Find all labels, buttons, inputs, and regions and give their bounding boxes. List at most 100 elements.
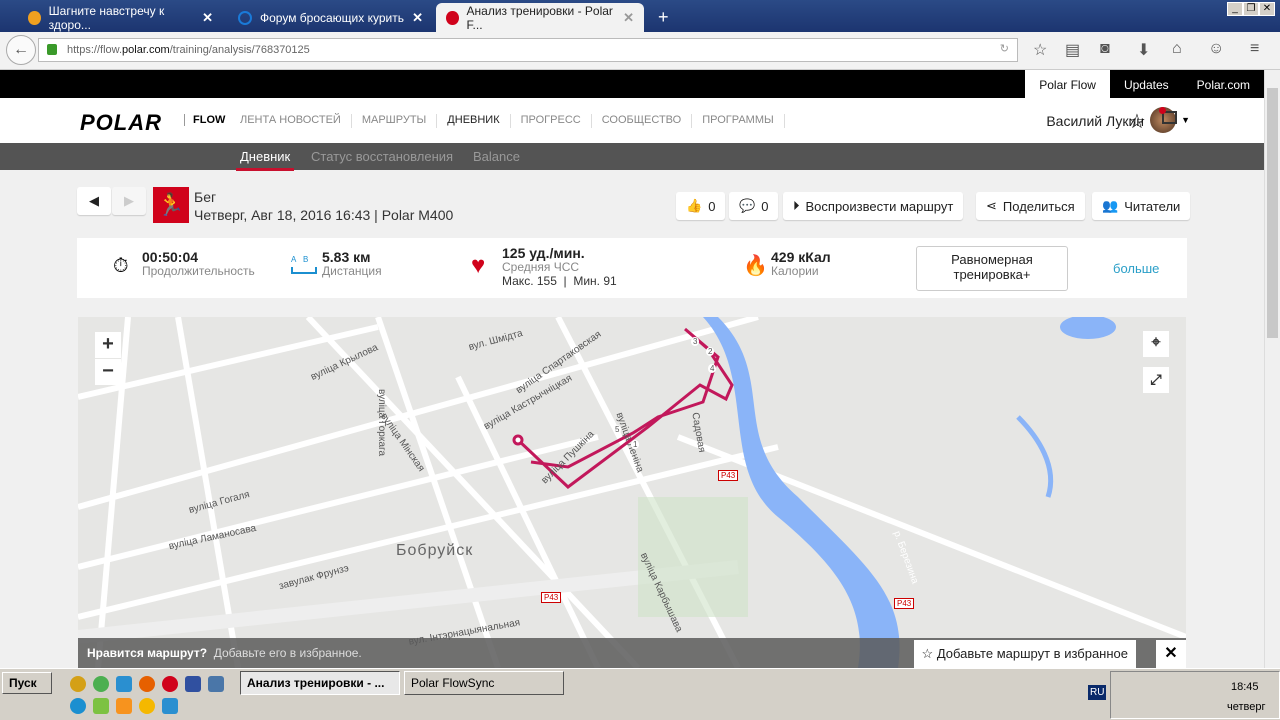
distance-value: 5.83 км [322, 249, 371, 265]
close-banner-button[interactable]: ✕ [1156, 640, 1186, 668]
url-domain: polar.com [122, 44, 170, 56]
player-icon[interactable] [139, 698, 155, 714]
next-session-button[interactable]: ▶ [112, 187, 146, 215]
heart-icon: ♥ [471, 252, 486, 279]
polar-logo[interactable]: POLAR [80, 110, 162, 136]
minimize-button[interactable]: _ [1227, 2, 1243, 16]
play-icon: ⏵ [793, 198, 800, 213]
followers-label: Читатели [1124, 198, 1181, 214]
banner-text: Добавьте его в избранное. [213, 646, 362, 660]
menu-icon[interactable]: ≡ [1250, 40, 1259, 58]
windows-taskbar: Пуск Анализ тренировки - ... Polar FlowS… [0, 668, 1280, 720]
page-scrollbar[interactable] [1264, 70, 1280, 668]
comment-button[interactable]: 💬 0 [729, 192, 779, 220]
zoom-out-button[interactable]: − [95, 359, 121, 385]
share-button[interactable]: ⋖ Поделиться [976, 192, 1085, 220]
firefox-icon[interactable] [139, 676, 155, 692]
quicklaunch-icon[interactable] [70, 676, 86, 692]
language-indicator[interactable]: RU [1088, 685, 1107, 700]
nav-community[interactable]: СООБЩЕСТВО [592, 114, 693, 128]
reload-icon[interactable]: ↻ [1000, 42, 1009, 55]
route-map[interactable]: Бобруйск вуліца Мінская вуліца Леніна ву… [78, 317, 1186, 668]
duration-label: Продолжительность [142, 264, 255, 278]
training-benefit-button[interactable]: Равномерная тренировка+ [916, 246, 1068, 291]
download-icon[interactable]: ⬇ [1137, 40, 1150, 60]
browser-tab-active[interactable]: Анализ тренировки - Polar F... ✕ [436, 3, 644, 32]
browser-tab[interactable]: Шагните навстречу к здоро... ✕ [18, 3, 223, 32]
taskbar-task-flowsync[interactable]: Polar FlowSync [404, 671, 564, 695]
fullscreen-icon[interactable]: ⤢ [1143, 367, 1169, 393]
chrome-icon[interactable] [93, 676, 109, 692]
map-city-label: Бобруйск [396, 542, 474, 559]
back-button[interactable]: ← [6, 35, 36, 65]
opera-icon[interactable] [162, 676, 178, 692]
save-icon[interactable] [185, 676, 201, 692]
more-link[interactable]: больше [1113, 261, 1159, 276]
lock-icon [47, 44, 57, 55]
stats-panel: ⏱ 00:50:04 Продолжительность A B 5.83 км Д… [77, 238, 1187, 298]
browser-tab-bar: Шагните навстречу к здоро... ✕ Форум брос… [0, 0, 1280, 32]
address-bar[interactable]: https://flow.polar.com/training/analysis… [38, 38, 1018, 62]
notifications-icon[interactable] [1159, 107, 1177, 124]
bookmark-star-icon[interactable]: ☆ [1033, 40, 1047, 60]
nav-diary[interactable]: ДНЕВНИК [437, 114, 511, 146]
sport-name: Бег [194, 189, 217, 205]
start-button[interactable]: Пуск [2, 672, 52, 694]
hr-label: Средняя ЧСС [502, 260, 580, 274]
close-tab-icon[interactable]: ✕ [623, 10, 634, 26]
subnav-balance[interactable]: Balance [473, 149, 520, 164]
quicklaunch-icon[interactable] [93, 698, 109, 714]
followers-button[interactable]: 👥 Читатели [1092, 192, 1191, 220]
browser-toolbar: ← https://flow.polar.com/training/analys… [0, 32, 1280, 70]
clock-day: четверг [1227, 701, 1266, 713]
nav-programs[interactable]: ПРОГРАММЫ [692, 114, 785, 128]
locate-icon[interactable]: ⌖ [1143, 331, 1169, 357]
add-route-favorite-button[interactable]: ☆ Добавьте маршрут в избранное [913, 640, 1136, 668]
session-datetime: Четверг, Авг 18, 2016 16:43 | Polar M400 [194, 207, 454, 223]
chat-icon[interactable]: ☺ [1208, 40, 1224, 58]
subnav-recovery[interactable]: Статус восстановления [311, 149, 453, 164]
home-icon[interactable]: ⌂ [1172, 40, 1182, 58]
maximize-button[interactable]: ❐ [1243, 2, 1259, 16]
polar-flow-page: Polar Flow Updates Polar.com POLAR FLOW … [0, 70, 1264, 668]
url-prefix: https://flow. [67, 44, 123, 56]
nav-routes[interactable]: МАРШРУТЫ [352, 114, 438, 128]
link-polar-com[interactable]: Polar.com [1183, 70, 1264, 100]
odnoklassniki-icon[interactable] [116, 698, 132, 714]
hr-max: Макс. 155 [502, 274, 557, 288]
browser-tab[interactable]: Форум бросающих курить ✕ [228, 3, 433, 32]
reading-list-icon[interactable]: ▤ [1065, 40, 1080, 60]
favorites-star-icon[interactable]: ☆ [1128, 109, 1148, 134]
star-icon: ☆ [921, 646, 934, 661]
nav-progress[interactable]: ПРОГРЕСС [511, 114, 592, 128]
comment-count: 0 [761, 198, 769, 214]
zoom-in-button[interactable]: + [95, 332, 121, 358]
start-label: Пуск [9, 676, 37, 690]
prev-session-button[interactable]: ◀ [77, 187, 111, 215]
tab-favicon-icon [446, 10, 459, 25]
quicklaunch-icon[interactable] [162, 698, 178, 714]
close-window-button[interactable]: ✕ [1259, 2, 1275, 16]
road-badge: P43 [541, 592, 562, 603]
close-tab-icon[interactable]: ✕ [202, 10, 213, 26]
taskbar-task-firefox[interactable]: Анализ тренировки - ... [240, 671, 400, 695]
nav-feed[interactable]: ЛЕНТА НОВОСТЕЙ [230, 114, 352, 128]
running-icon: 🏃 [153, 187, 189, 223]
pocket-icon[interactable]: ◙ [1100, 40, 1110, 58]
flame-icon: 🔥 [743, 255, 768, 277]
system-tray: 18:45 четверг [1110, 671, 1280, 719]
like-button[interactable]: 👍 0 [676, 192, 726, 220]
quicklaunch-icon[interactable] [116, 676, 132, 692]
subnav-diary[interactable]: Дневник [235, 149, 295, 171]
sub-nav: Дневник Статус восстановления Balance [0, 143, 1264, 171]
replay-route-button[interactable]: ⏵ Воспроизвести маршрут [783, 192, 964, 220]
main-nav: POLAR FLOW ЛЕНТА НОВОСТЕЙ МАРШРУТЫ ДНЕВН… [0, 98, 1264, 146]
link-updates[interactable]: Updates [1110, 70, 1183, 100]
close-tab-icon[interactable]: ✕ [412, 10, 423, 26]
ie-icon[interactable] [70, 698, 86, 714]
vk-icon[interactable] [208, 676, 224, 692]
new-tab-button[interactable]: + [648, 3, 679, 32]
link-polar-flow[interactable]: Polar Flow [1025, 70, 1110, 100]
user-dropdown-icon[interactable]: ▼ [1181, 115, 1190, 125]
calories-label: Калории [771, 264, 819, 278]
